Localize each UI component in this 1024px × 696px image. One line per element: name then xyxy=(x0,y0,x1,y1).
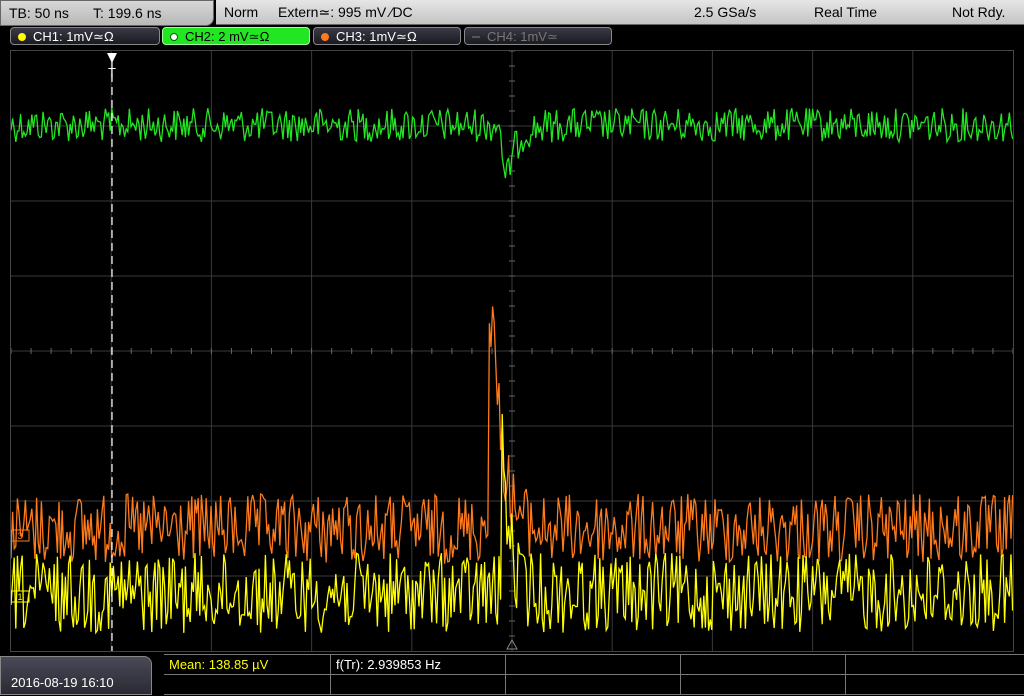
timebase-box[interactable]: TB: 50 ns T: 199.6 ns xyxy=(0,0,214,26)
waveform-svg: T 3 1 xyxy=(11,51,1013,651)
trigger-source: Extern≃: 995 mV ∕DC xyxy=(278,4,413,20)
ch4-label: CH4: 1mV≃ xyxy=(487,29,558,44)
ch1-offset-label: 1 xyxy=(17,592,22,602)
trigger-status-bar[interactable]: Norm Extern≃: 995 mV ∕DC 2.5 GSa/s Real … xyxy=(216,0,1024,25)
mean-measurement[interactable]: Mean: 138.85 µV xyxy=(164,655,331,675)
date-time: 2016-08-19 16:10 xyxy=(11,675,114,690)
timebase-label: TB: 50 ns xyxy=(9,5,69,21)
ch1-label: CH1: 1mV≃Ω xyxy=(33,29,114,44)
measurement-slot-5[interactable] xyxy=(846,655,1024,675)
trigger-marker-label: T xyxy=(108,65,116,80)
top-bar: TB: 50 ns T: 199.6 ns Norm Extern≃: 995 … xyxy=(0,0,1024,26)
channel-tabs: CH1: 1mV≃Ω CH2: 2 mV≃Ω CH3: 1mV≃Ω CH4: 1… xyxy=(0,27,1024,47)
measurement-slot-8[interactable] xyxy=(506,675,681,695)
date-time-box: 2016-08-19 16:10 xyxy=(0,656,152,695)
measurement-slot-7[interactable] xyxy=(331,675,506,695)
ch3-color-dot xyxy=(321,33,329,41)
sample-rate: 2.5 GSa/s xyxy=(694,4,757,20)
measurement-slot-3[interactable] xyxy=(506,655,681,675)
ch1-color-dot xyxy=(18,33,26,41)
channel-tab-ch4[interactable]: CH4: 1mV≃ xyxy=(464,27,612,45)
channel-tab-ch2[interactable]: CH2: 2 mV≃Ω xyxy=(162,27,310,45)
waveform-display[interactable]: T 3 1 xyxy=(10,50,1014,652)
measurement-slot-6[interactable] xyxy=(164,675,331,695)
trigger-position-label: T: 199.6 ns xyxy=(93,5,162,21)
ch2-label: CH2: 2 mV≃Ω xyxy=(185,29,270,44)
ch3-offset-label: 3 xyxy=(17,531,22,541)
measurement-panel[interactable]: Mean: 138.85 µV f(Tr): 2.939853 Hz xyxy=(164,654,1024,696)
trigger-position-arrow[interactable] xyxy=(107,53,117,63)
measurement-slot-9[interactable] xyxy=(681,675,846,695)
measurement-slot-10[interactable] xyxy=(846,675,1024,695)
ch2-color-dot xyxy=(170,33,178,41)
ch4-color-dot xyxy=(472,36,480,38)
frequency-measurement[interactable]: f(Tr): 2.939853 Hz xyxy=(331,655,506,675)
acquisition-mode: Real Time xyxy=(814,4,878,20)
measurement-slot-4[interactable] xyxy=(681,655,846,675)
bottom-bar: 2016-08-19 16:10 Mean: 138.85 µV f(Tr): … xyxy=(0,654,1024,695)
ch3-label: CH3: 1mV≃Ω xyxy=(336,29,417,44)
channel-tab-ch1[interactable]: CH1: 1mV≃Ω xyxy=(10,27,160,45)
channel-tab-ch3[interactable]: CH3: 1mV≃Ω xyxy=(313,27,461,45)
ready-status: Not Rdy. xyxy=(952,4,1006,20)
trigger-mode: Norm xyxy=(224,4,259,20)
